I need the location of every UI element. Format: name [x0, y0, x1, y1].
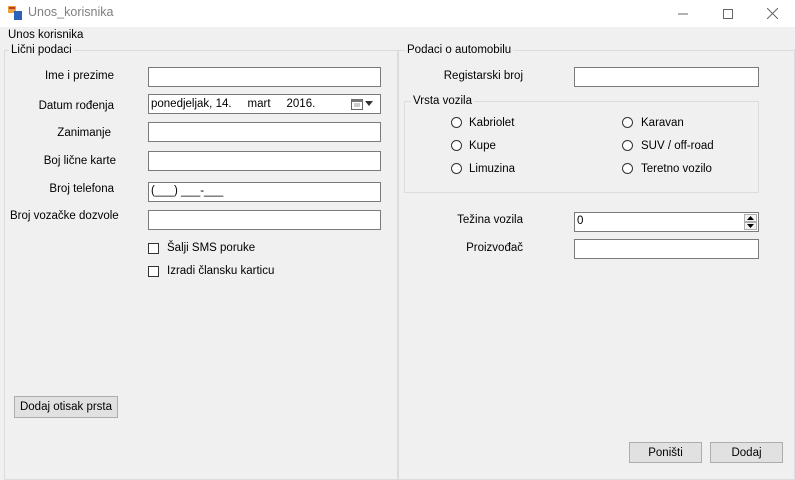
birth-date-label: Datum rođenja	[38, 100, 114, 112]
radio-suv-label: SUV / off-road	[641, 140, 714, 152]
radio-suv[interactable]	[622, 140, 633, 151]
radio-limuzina[interactable]	[451, 163, 462, 174]
weight-label: Težina vozila	[457, 214, 523, 226]
add-button[interactable]: Dodaj	[710, 442, 783, 463]
weight-spinner[interactable]: 0	[574, 212, 759, 232]
occupation-input[interactable]	[148, 122, 381, 142]
radio-limuzina-label: Limuzina	[469, 163, 516, 175]
id-card-label: Boj lične karte	[43, 155, 116, 167]
radio-karavan[interactable]	[622, 117, 633, 128]
birth-date-value: ponedjeljak, 14. mart 2016.	[151, 98, 316, 110]
personal-group-title: Lični podaci	[9, 44, 74, 56]
license-input[interactable]	[148, 210, 381, 230]
chevron-up-icon	[747, 216, 754, 220]
birth-date-picker[interactable]: ponedjeljak, 14. mart 2016.	[148, 94, 381, 114]
phone-input[interactable]: (___) ___-___	[148, 182, 381, 202]
minimize-icon	[678, 13, 688, 14]
weight-value: 0	[577, 215, 584, 227]
spin-up-button[interactable]	[744, 214, 757, 222]
name-input[interactable]	[148, 67, 381, 87]
form-label: Unos korisnika	[8, 29, 84, 41]
close-icon	[766, 8, 778, 19]
maximize-icon	[723, 8, 733, 19]
maximize-button[interactable]	[705, 0, 751, 27]
vehicle-type-title: Vrsta vozila	[411, 95, 475, 107]
reg-number-label: Registarski broj	[443, 70, 523, 82]
chevron-down-icon	[747, 224, 754, 228]
add-fingerprint-button[interactable]: Dodaj otisak prsta	[14, 396, 118, 418]
radio-kupe[interactable]	[451, 140, 462, 151]
sms-checkbox[interactable]	[148, 243, 159, 254]
license-label: Broj vozačke dozvole	[10, 210, 119, 222]
radio-kupe-label: Kupe	[469, 140, 496, 152]
name-label: Ime i prezime	[44, 70, 114, 82]
reg-number-input[interactable]	[574, 67, 759, 87]
calendar-icon	[351, 99, 363, 110]
occupation-label: Zanimanje	[57, 127, 111, 139]
id-card-input[interactable]	[148, 151, 381, 171]
chevron-down-icon[interactable]	[365, 101, 374, 107]
phone-mask: (___) ___-___	[151, 185, 224, 197]
form-app-icon	[8, 6, 22, 20]
radio-kabriolet-label: Kabriolet	[469, 117, 515, 129]
phone-label: Broj telefona	[49, 183, 114, 195]
radio-kabriolet[interactable]	[451, 117, 462, 128]
radio-teretno-label: Teretno vozilo	[641, 163, 712, 175]
radio-teretno[interactable]	[622, 163, 633, 174]
manufacturer-label: Proizvođač	[466, 242, 523, 254]
sms-label: Šalji SMS poruke	[167, 242, 256, 254]
minimize-button[interactable]	[660, 0, 706, 27]
manufacturer-input[interactable]	[574, 239, 759, 259]
radio-karavan-label: Karavan	[641, 117, 684, 129]
member-card-checkbox[interactable]	[148, 266, 159, 277]
spin-down-button[interactable]	[744, 222, 757, 230]
close-button[interactable]	[749, 0, 795, 27]
member-card-label: Izradi člansku karticu	[167, 265, 275, 277]
window-title: Unos_korisnika	[28, 5, 114, 19]
car-group-title: Podaci o automobilu	[405, 44, 514, 56]
reset-button[interactable]: Poništi	[629, 442, 702, 463]
